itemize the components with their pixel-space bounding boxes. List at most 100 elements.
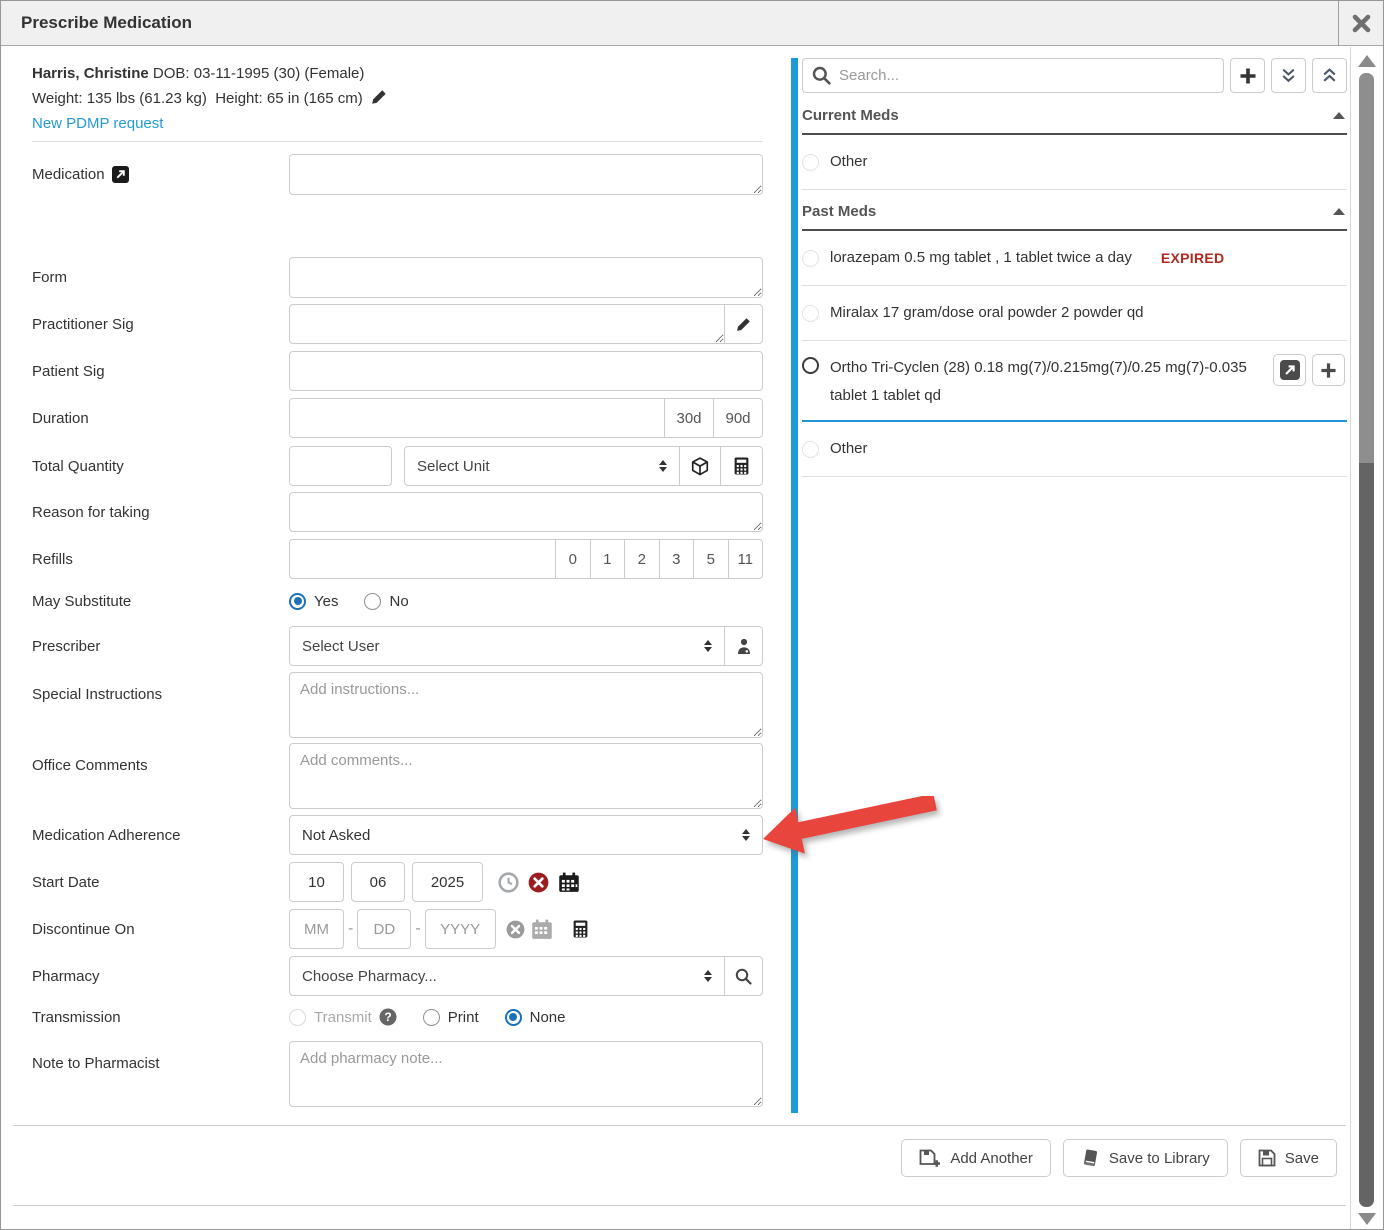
prescriber-user-button[interactable] — [724, 626, 763, 666]
duration-90d-button[interactable]: 90d — [713, 398, 763, 438]
collapse-caret-icon[interactable] — [1333, 208, 1345, 215]
start-date-month-input[interactable] — [289, 862, 344, 902]
pharmacy-search-button[interactable] — [724, 956, 763, 996]
refill-2-button[interactable]: 2 — [624, 539, 660, 579]
height-value: 65 in (165 cm) — [267, 90, 363, 107]
add-another-button[interactable]: Add Another — [901, 1139, 1051, 1177]
duration-30d-button[interactable]: 30d — [664, 398, 714, 438]
external-link-icon[interactable] — [112, 166, 129, 183]
patient-vitals-line: Weight: 135 lbs (61.23 kg) Height: 65 in… — [32, 86, 387, 111]
patient-info: Harris, Christine DOB: 03-11-1995 (30) (… — [32, 61, 387, 136]
med-radio[interactable] — [802, 250, 819, 267]
collapse-all-button[interactable] — [1271, 58, 1306, 93]
substitute-no-radio[interactable] — [364, 593, 381, 610]
practitioner-sig-input[interactable] — [289, 304, 725, 344]
start-date-day-input[interactable] — [351, 862, 405, 902]
open-med-detail-button[interactable] — [1273, 354, 1306, 386]
unit-select[interactable]: Select Unit — [404, 446, 680, 486]
calendar-disabled-icon[interactable] — [531, 919, 553, 940]
med-radio-selected[interactable] — [802, 357, 819, 374]
refills-input[interactable] — [289, 539, 556, 579]
office-comments-row: Office Comments — [32, 743, 763, 809]
add-med-to-rx-button[interactable] — [1312, 354, 1345, 386]
scrollbar[interactable] — [1350, 47, 1383, 1230]
med-radio[interactable] — [802, 441, 819, 458]
office-comments-input[interactable] — [289, 743, 763, 809]
none-label: None — [530, 1009, 566, 1026]
meds-search-input[interactable] — [802, 58, 1224, 93]
practitioner-sig-edit-button[interactable] — [724, 304, 763, 344]
medication-input[interactable] — [289, 154, 763, 195]
total-quantity-row: Total Quantity Select Unit — [32, 446, 763, 486]
refill-11-button[interactable]: 11 — [728, 539, 764, 579]
clear-discontinue-icon[interactable] — [506, 920, 525, 939]
start-date-label: Start Date — [32, 862, 289, 902]
scrollbar-down-arrow-icon[interactable] — [1358, 1213, 1376, 1225]
weight-label: Weight: — [32, 90, 83, 107]
duration-row: Duration 30d 90d — [32, 398, 763, 438]
save-to-library-button[interactable]: Save to Library — [1063, 1139, 1228, 1177]
double-chevron-up-icon — [1321, 67, 1338, 84]
scrollbar-thumb-inner[interactable] — [1359, 73, 1374, 463]
transmit-radio[interactable] — [289, 1009, 306, 1026]
pharmacist-note-row: Note to Pharmacist — [32, 1041, 763, 1107]
pharmacy-label: Pharmacy — [32, 956, 289, 996]
prescription-form: Medication Form Practitioner Sig — [32, 154, 763, 1107]
discontinue-day-input[interactable] — [357, 909, 411, 949]
start-date-year-input[interactable] — [412, 862, 483, 902]
office-comments-label: Office Comments — [32, 743, 289, 809]
calendar-icon[interactable] — [558, 872, 580, 893]
patient-sig-input[interactable] — [289, 351, 763, 391]
special-instructions-input[interactable] — [289, 672, 763, 738]
scrollbar-thumb-outer[interactable] — [1359, 463, 1374, 1207]
close-icon — [1352, 14, 1371, 33]
total-quantity-input[interactable] — [289, 446, 392, 486]
prescribe-medication-dialog: Prescribe Medication Harris, Christine D… — [0, 0, 1384, 1230]
duration-label: Duration — [32, 398, 289, 438]
clock-icon[interactable] — [498, 872, 519, 893]
refill-3-button[interactable]: 3 — [659, 539, 695, 579]
print-radio[interactable] — [423, 1009, 440, 1026]
discontinue-month-input[interactable] — [289, 909, 344, 949]
past-meds-header[interactable]: Past Meds — [802, 190, 1347, 231]
scrollbar-up-arrow-icon[interactable] — [1358, 55, 1376, 67]
substitute-yes-label: Yes — [314, 593, 338, 610]
current-meds-header[interactable]: Current Meds — [802, 94, 1347, 135]
pharmacy-select[interactable]: Choose Pharmacy... — [289, 956, 725, 996]
past-med-lorazepam-item[interactable]: lorazepam 0.5 mg tablet , 1 tablet twice… — [802, 231, 1347, 286]
package-lookup-button[interactable] — [679, 446, 721, 486]
med-radio[interactable] — [802, 154, 819, 171]
substitute-yes-radio[interactable] — [289, 593, 306, 610]
transmit-help-icon[interactable]: ? — [379, 1008, 397, 1026]
current-med-other-item[interactable]: Other — [802, 135, 1347, 190]
past-med-miralax-item[interactable]: Miralax 17 gram/dose oral powder 2 powde… — [802, 286, 1347, 341]
close-button[interactable] — [1338, 1, 1383, 46]
none-radio[interactable] — [505, 1009, 522, 1026]
prescriber-select[interactable]: Select User — [289, 626, 725, 666]
med-radio[interactable] — [802, 305, 819, 322]
pdmp-request-link[interactable]: New PDMP request — [32, 115, 163, 132]
medication-adherence-select[interactable]: Not Asked — [289, 815, 763, 855]
duration-calculator-icon[interactable] — [573, 920, 588, 938]
expand-all-button[interactable] — [1312, 58, 1347, 93]
discontinue-row: Discontinue On - - — [32, 909, 763, 949]
refill-1-button[interactable]: 1 — [590, 539, 626, 579]
book-icon — [1081, 1149, 1100, 1168]
save-button[interactable]: Save — [1240, 1139, 1337, 1177]
quantity-calculator-button[interactable] — [720, 446, 763, 486]
edit-vitals-pencil-icon[interactable] — [371, 89, 387, 105]
collapse-caret-icon[interactable] — [1333, 112, 1345, 119]
refill-0-button[interactable]: 0 — [555, 539, 591, 579]
past-med-ortho-item[interactable]: Ortho Tri-Cyclen (28) 0.18 mg(7)/0.215mg… — [802, 341, 1347, 422]
pharmacist-note-input[interactable] — [289, 1041, 763, 1107]
duration-input[interactable] — [289, 398, 665, 438]
reason-input[interactable] — [289, 492, 763, 532]
add-med-button[interactable] — [1230, 58, 1265, 93]
clear-date-icon[interactable] — [528, 872, 549, 893]
past-med-other-item[interactable]: Other — [802, 422, 1347, 477]
refill-5-button[interactable]: 5 — [693, 539, 729, 579]
form-input[interactable] — [289, 257, 763, 298]
discontinue-year-input[interactable] — [425, 909, 496, 949]
footer-divider — [13, 1125, 1346, 1126]
dialog-title: Prescribe Medication — [1, 13, 1338, 33]
